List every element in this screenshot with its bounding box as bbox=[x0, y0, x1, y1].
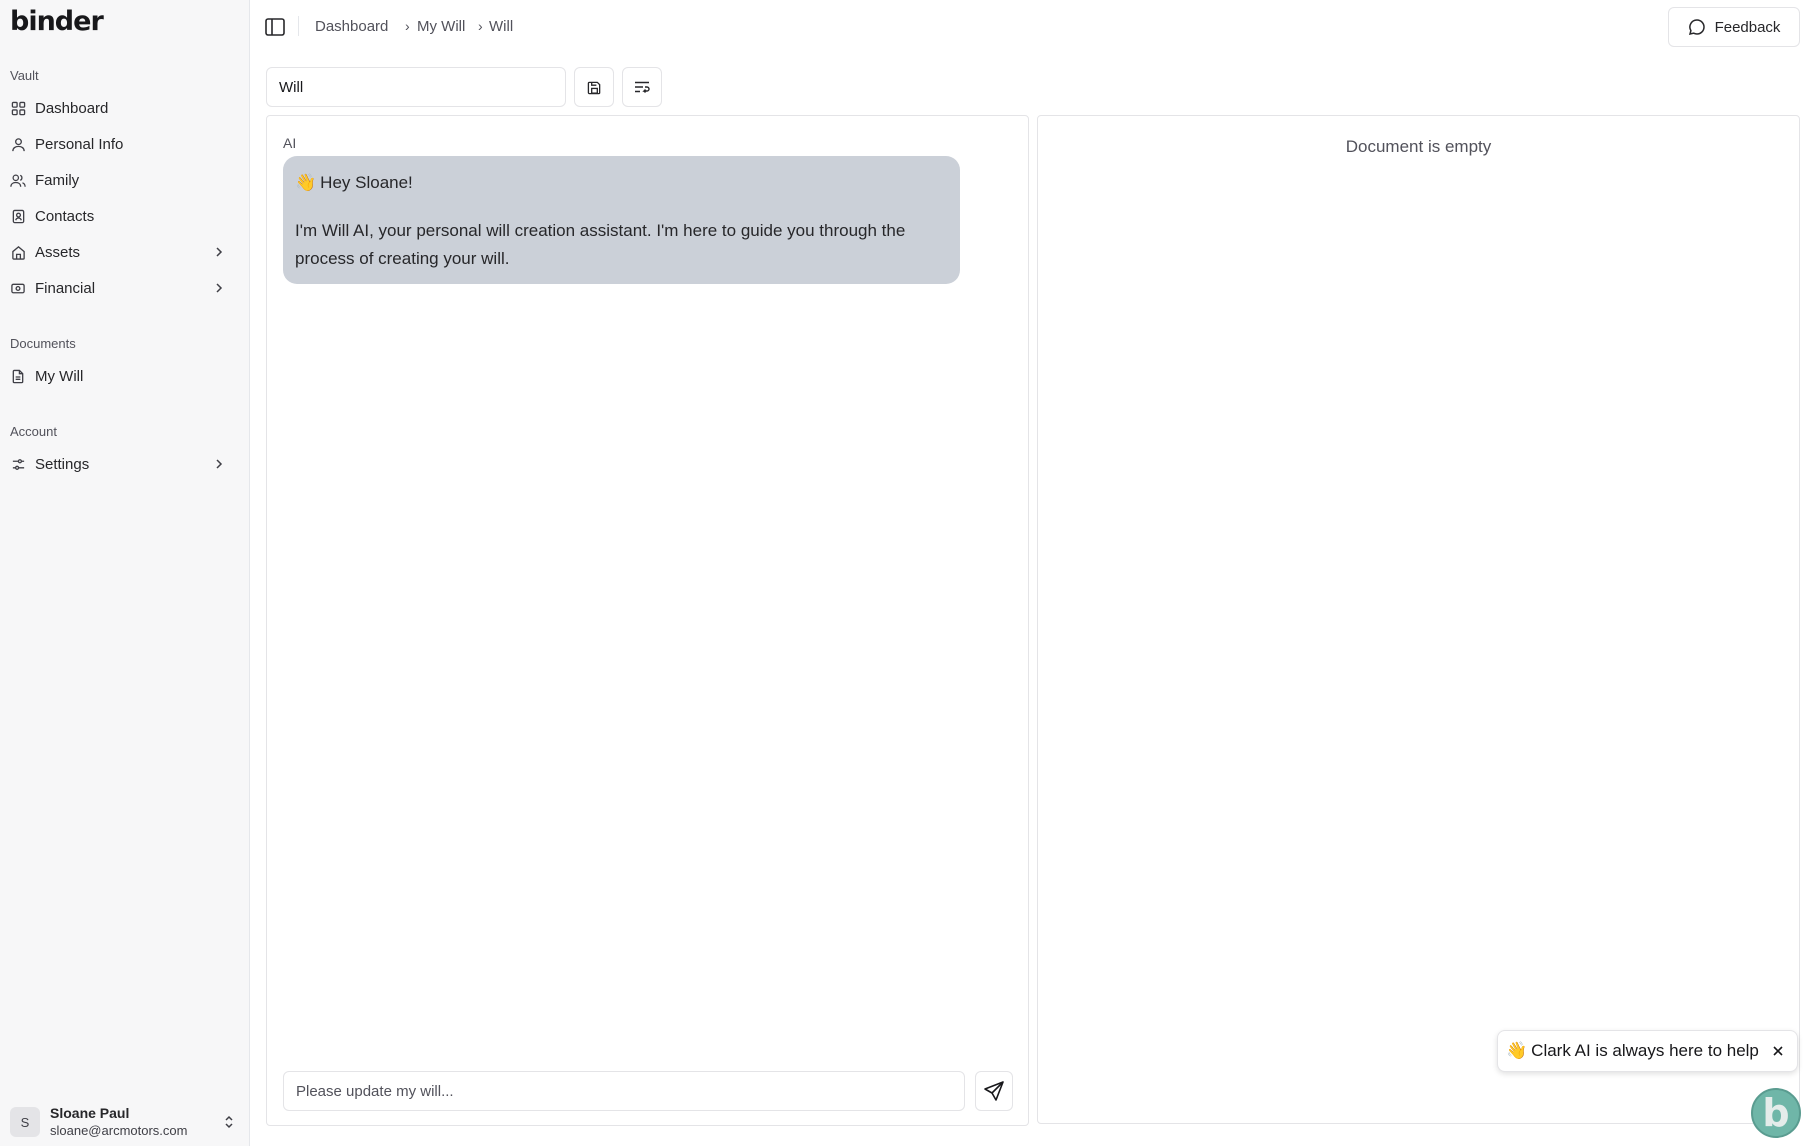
send-icon bbox=[984, 1081, 1004, 1101]
group-label-documents: Documents bbox=[10, 336, 76, 351]
chat-panel: AI 👋 Hey Sloane! I'm Will AI, your perso… bbox=[266, 115, 1029, 1126]
save-icon bbox=[587, 81, 600, 94]
user-name: Sloane Paul bbox=[50, 1105, 130, 1121]
document-preview-panel: Document is empty bbox=[1037, 115, 1800, 1124]
sidebar-item-my-will[interactable]: My Will bbox=[4, 360, 240, 392]
chat-message-input[interactable] bbox=[283, 1071, 965, 1111]
sidebar-item-label: Financial bbox=[35, 279, 96, 297]
sidebar-item-label: My Will bbox=[35, 367, 84, 385]
home-icon bbox=[10, 244, 26, 260]
breadcrumb-item-my-will[interactable]: My Will bbox=[417, 18, 465, 35]
sidebar-item-assets[interactable]: Assets bbox=[4, 236, 240, 268]
feedback-button[interactable]: Feedback bbox=[1668, 7, 1800, 47]
list-wrap-icon bbox=[635, 81, 650, 93]
document-title-input[interactable] bbox=[266, 67, 566, 107]
waving-hand-icon: 👋 bbox=[1506, 1041, 1528, 1061]
sidebar-toggle-button[interactable] bbox=[264, 16, 286, 38]
help-banner-text: Clark AI is always here to help bbox=[1531, 1041, 1759, 1060]
group-label-account: Account bbox=[10, 424, 57, 439]
app-logo[interactable]: binder bbox=[10, 6, 104, 37]
waving-hand-icon: 👋 bbox=[295, 173, 317, 193]
send-button[interactable] bbox=[975, 1071, 1013, 1111]
sidebar: binder Vault Dashboard Personal Info Fam… bbox=[0, 0, 250, 1146]
sidebar-item-contacts[interactable]: Contacts bbox=[4, 200, 240, 232]
panel-left-icon bbox=[265, 18, 285, 36]
sidebar-item-family[interactable]: Family bbox=[4, 164, 240, 196]
close-icon[interactable] bbox=[1769, 1042, 1787, 1060]
user-details: Sloane Paul sloane@arcmotors.com bbox=[50, 1105, 187, 1139]
sidebar-item-label: Dashboard bbox=[35, 99, 109, 117]
document-options-button[interactable] bbox=[622, 67, 662, 107]
help-banner[interactable]: 👋 Clark AI is always here to help bbox=[1497, 1030, 1798, 1072]
assistant-launcher-button[interactable]: b bbox=[1751, 1088, 1801, 1138]
sidebar-item-dashboard[interactable]: Dashboard bbox=[4, 92, 240, 124]
sidebar-item-label: Contacts bbox=[35, 207, 95, 225]
message-sender-label: AI bbox=[283, 135, 297, 151]
users-icon bbox=[10, 172, 26, 188]
chevron-right-icon bbox=[216, 459, 223, 469]
ai-message-bubble: 👋 Hey Sloane! I'm Will AI, your personal… bbox=[283, 156, 960, 284]
header-divider bbox=[298, 16, 299, 36]
chevron-right-icon bbox=[216, 283, 223, 293]
sidebar-item-financial[interactable]: Financial bbox=[4, 272, 240, 304]
sliders-icon bbox=[10, 456, 26, 472]
avatar: S bbox=[10, 1107, 40, 1137]
assistant-logo-letter: b bbox=[1762, 1091, 1790, 1135]
message-circle-icon bbox=[1688, 19, 1705, 35]
grid-icon bbox=[10, 100, 26, 116]
save-button[interactable] bbox=[574, 67, 614, 107]
chevron-right-icon bbox=[216, 247, 223, 257]
user-icon bbox=[10, 136, 26, 152]
breadcrumb-separator-icon: › bbox=[478, 18, 483, 34]
sidebar-item-label: Assets bbox=[35, 243, 81, 261]
sidebar-item-label: Personal Info bbox=[35, 135, 124, 153]
breadcrumb-item-will: Will bbox=[489, 18, 514, 35]
breadcrumb-item-dashboard[interactable]: Dashboard bbox=[315, 18, 388, 35]
breadcrumb-separator-icon: › bbox=[405, 18, 410, 34]
document-empty-message: Document is empty bbox=[1345, 137, 1492, 156]
contact-book-icon bbox=[10, 208, 26, 224]
message-body: I'm Will AI, your personal will creation… bbox=[295, 221, 906, 268]
sidebar-item-personal-info[interactable]: Personal Info bbox=[4, 128, 240, 160]
user-menu[interactable]: S Sloane Paul sloane@arcmotors.com bbox=[10, 1104, 240, 1140]
file-icon bbox=[10, 368, 26, 384]
group-label-vault: Vault bbox=[10, 68, 39, 83]
banknote-icon bbox=[10, 280, 26, 296]
user-email: sloane@arcmotors.com bbox=[50, 1123, 188, 1138]
sidebar-item-settings[interactable]: Settings bbox=[4, 448, 240, 480]
feedback-label: Feedback bbox=[1714, 18, 1781, 36]
sidebar-item-label: Settings bbox=[35, 455, 90, 473]
chevrons-up-down-icon bbox=[225, 1115, 233, 1129]
message-greeting: Hey Sloane! bbox=[320, 173, 413, 192]
sidebar-item-label: Family bbox=[35, 171, 80, 189]
